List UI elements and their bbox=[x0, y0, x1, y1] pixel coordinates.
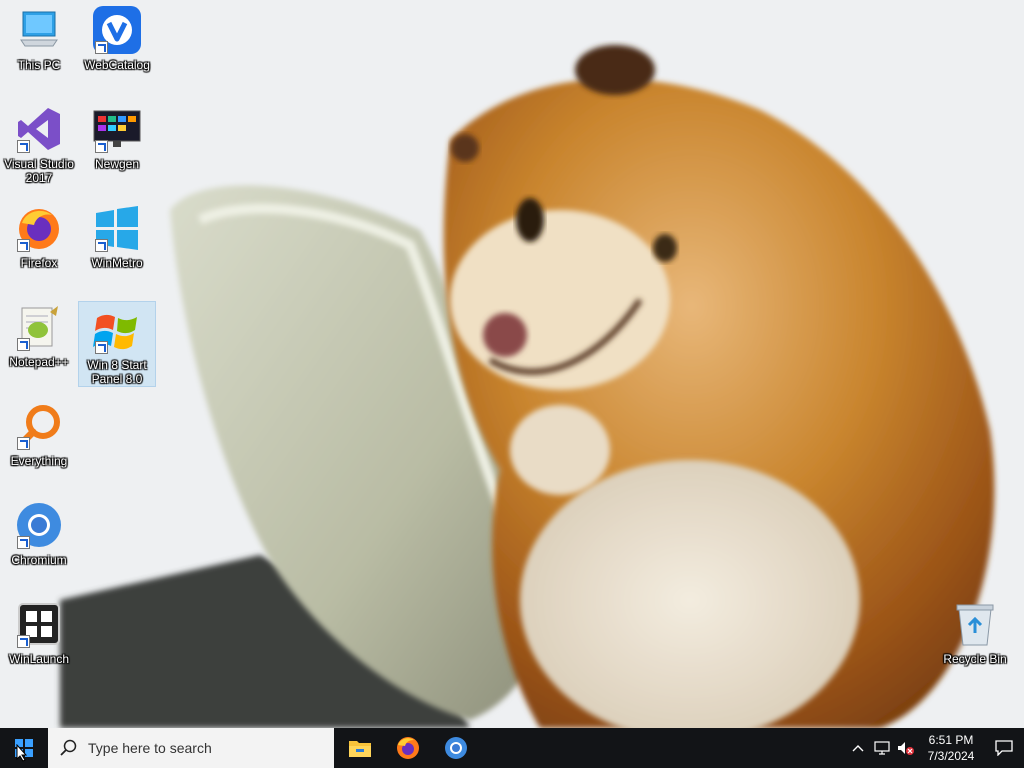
notification-icon bbox=[995, 740, 1013, 756]
network-icon bbox=[874, 741, 890, 755]
desktop-icon-label: Chromium bbox=[11, 553, 67, 567]
taskbar: Type here to search 6:51 PM 7/3/2024 bbox=[0, 728, 1024, 768]
newgen-icon bbox=[93, 105, 141, 153]
desktop-icon-label: Visual Studio 2017 bbox=[4, 157, 74, 185]
taskbar-file-explorer[interactable] bbox=[336, 728, 384, 768]
desktop-icon-label: Win 8 Start Panel 8.0 bbox=[87, 358, 147, 386]
desktop-icon-newgen[interactable]: Newgen bbox=[79, 99, 155, 189]
desktop-icon-winmetro[interactable]: WinMetro bbox=[79, 198, 155, 288]
desktop-icon-label: Newgen bbox=[94, 157, 140, 171]
folder-icon bbox=[349, 741, 371, 757]
windows-flag-icon bbox=[93, 308, 141, 354]
desktop-icon-firefox[interactable]: Firefox bbox=[1, 198, 77, 288]
winlaunch-icon bbox=[15, 600, 63, 648]
taskbar-chromium[interactable] bbox=[432, 728, 480, 768]
search-icon bbox=[60, 739, 77, 756]
desktop-icon-label: WinLaunch bbox=[8, 652, 70, 666]
taskbar-search-box[interactable]: Type here to search bbox=[48, 728, 334, 768]
desktop-icon-everything[interactable]: Everything bbox=[1, 396, 77, 486]
network-button[interactable] bbox=[870, 728, 894, 768]
firefox-icon bbox=[397, 737, 419, 759]
clock-date: 7/3/2024 bbox=[927, 749, 975, 763]
notepad-plus-plus-icon bbox=[15, 303, 63, 351]
volume-muted-icon bbox=[898, 742, 914, 755]
visual-studio-icon bbox=[15, 105, 63, 153]
desktop-icon-webcatalog[interactable]: WebCatalog bbox=[79, 0, 155, 90]
desktop-icon-chromium[interactable]: Chromium bbox=[1, 495, 77, 585]
desktop-icon-label: Everything bbox=[10, 454, 68, 468]
action-center-button[interactable] bbox=[984, 728, 1024, 768]
winmetro-windows-logo-icon bbox=[93, 204, 141, 252]
chromium-icon bbox=[445, 737, 467, 759]
chromium-icon bbox=[15, 501, 63, 549]
firefox-icon bbox=[15, 204, 63, 252]
desktop-icon-label: Recycle Bin bbox=[943, 652, 1007, 666]
webcatalog-icon bbox=[93, 6, 141, 54]
desktop-icon-label: WebCatalog bbox=[84, 58, 150, 72]
show-hidden-icons-button[interactable] bbox=[846, 728, 870, 768]
volume-button[interactable] bbox=[894, 728, 918, 768]
desktop-icon-label: WinMetro bbox=[91, 256, 143, 270]
taskbar-clock[interactable]: 6:51 PM 7/3/2024 bbox=[918, 732, 984, 764]
desktop-icon-label: Notepad++ bbox=[9, 355, 69, 369]
recycle-bin-icon bbox=[951, 600, 999, 648]
everything-search-icon bbox=[15, 402, 63, 450]
mouse-cursor-icon bbox=[16, 744, 28, 762]
clock-time: 6:51 PM bbox=[928, 733, 974, 747]
chevron-up-icon bbox=[852, 745, 864, 752]
computer-icon bbox=[15, 6, 63, 54]
desktop-icon-recycle-bin[interactable]: Recycle Bin bbox=[937, 594, 1013, 684]
desktop-icon-win8-start-panel[interactable]: Win 8 Start Panel 8.0 bbox=[78, 301, 156, 387]
desktop-icon-label: Firefox bbox=[20, 256, 58, 270]
desktop-icon-this-pc[interactable]: This PC bbox=[1, 0, 77, 90]
system-tray: 6:51 PM 7/3/2024 bbox=[846, 728, 1024, 768]
search-placeholder: Type here to search bbox=[88, 740, 212, 756]
taskbar-firefox[interactable] bbox=[384, 728, 432, 768]
desktop-icon-label: This PC bbox=[17, 58, 61, 72]
desktop-icon-visual-studio[interactable]: Visual Studio 2017 bbox=[1, 99, 77, 189]
desktop-icon-winlaunch[interactable]: WinLaunch bbox=[1, 594, 77, 684]
desktop-icon-notepad-plus-plus[interactable]: Notepad++ bbox=[1, 297, 77, 387]
